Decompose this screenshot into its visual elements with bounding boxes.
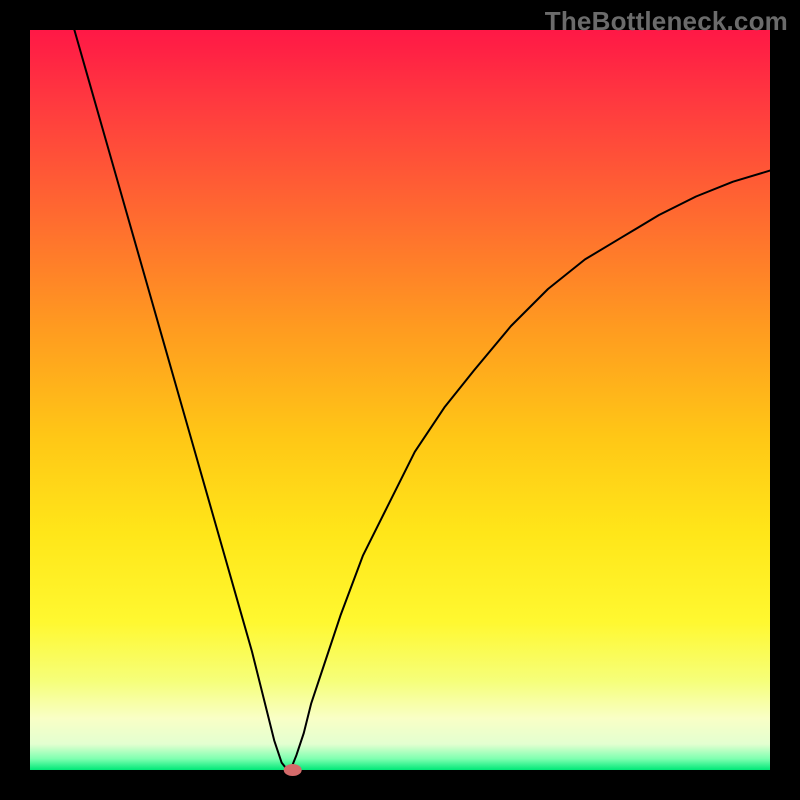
chart-canvas [0,0,800,800]
watermark-text: TheBottleneck.com [545,6,788,37]
bottleneck-chart: TheBottleneck.com [0,0,800,800]
optimum-marker [284,764,302,776]
plot-background [30,30,770,770]
